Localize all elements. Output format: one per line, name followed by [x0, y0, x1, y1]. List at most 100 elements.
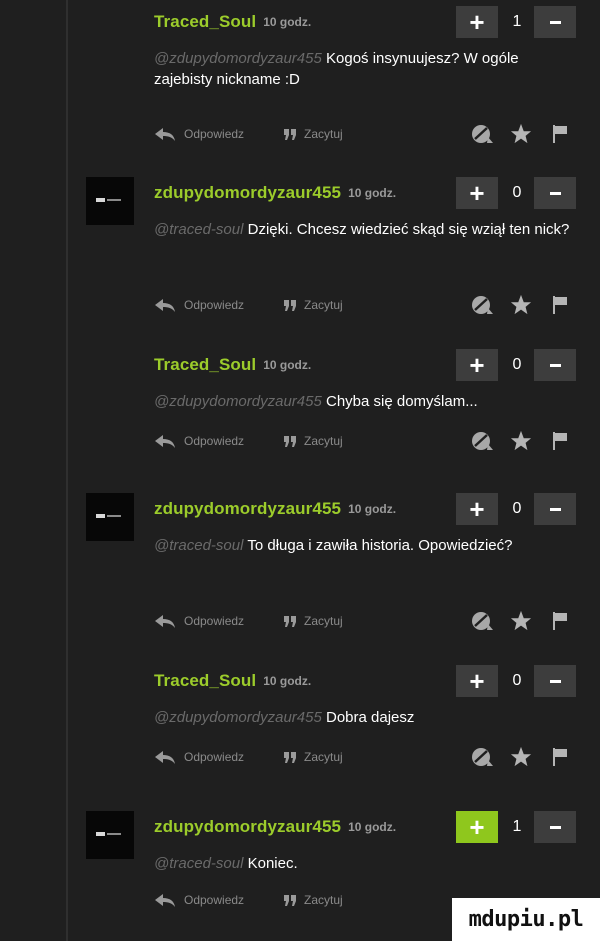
comment-body: @traced-soul Koniec. [154, 853, 574, 874]
comment-header: Traced_Soul 10 godz. [154, 6, 311, 38]
report-button[interactable] [470, 294, 494, 316]
comment: zdupydomordyzaur455 10 godz. + 0 @traced… [0, 177, 600, 327]
author-link[interactable]: Traced_Soul [154, 12, 256, 32]
quote-icon [284, 129, 296, 140]
minus-icon [549, 825, 561, 829]
vote-count: 0 [512, 184, 522, 201]
avatar[interactable] [86, 811, 134, 859]
mention-link[interactable]: @traced-soul [154, 537, 243, 554]
flag-button[interactable] [552, 746, 568, 768]
upvote-button[interactable]: + [456, 811, 498, 843]
favourite-button[interactable] [510, 430, 532, 452]
favourite-button[interactable] [510, 746, 532, 768]
minus-icon [549, 191, 561, 195]
favourite-button[interactable] [510, 123, 532, 145]
reply-label: Odpowiedz [184, 298, 245, 312]
flag-icon [553, 296, 567, 314]
minus-icon [549, 507, 561, 511]
comment-body: @zdupydomordyzaur455 Chyba się domyślam.… [154, 391, 574, 412]
mention-link[interactable]: @zdupydomordyzaur455 [154, 709, 322, 726]
author-link[interactable]: zdupydomordyzaur455 [154, 817, 341, 837]
flag-button[interactable] [552, 430, 568, 452]
author-link[interactable]: Traced_Soul [154, 355, 256, 375]
upvote-button[interactable]: + [456, 177, 498, 209]
upvote-button[interactable]: + [456, 349, 498, 381]
author-link[interactable]: Traced_Soul [154, 671, 256, 691]
favourite-button[interactable] [510, 610, 532, 632]
comment-header: zdupydomordyzaur455 10 godz. [154, 493, 396, 525]
flag-button[interactable] [552, 123, 568, 145]
reply-arrow-icon [155, 751, 175, 764]
quote-label: Zacytuj [304, 298, 343, 312]
comment-actions: Odpowiedz Zacytuj [154, 294, 574, 316]
reply-label: Odpowiedz [184, 127, 245, 141]
quote-label: Zacytuj [304, 750, 343, 764]
mention-link[interactable]: @zdupydomordyzaur455 [154, 50, 322, 67]
comment-body: @zdupydomordyzaur455 Kogoś insynuujesz? … [154, 48, 574, 90]
author-link[interactable]: zdupydomordyzaur455 [154, 499, 341, 519]
report-button[interactable] [470, 430, 494, 452]
star-icon [510, 430, 532, 451]
comment-text: Koniec. [247, 855, 298, 872]
reply-label: Odpowiedz [184, 434, 245, 448]
reply-arrow-icon [155, 615, 175, 628]
report-icon [472, 296, 493, 314]
upvote-button[interactable]: + [456, 6, 498, 38]
flag-icon [553, 432, 567, 450]
quote-button[interactable]: Zacytuj [284, 746, 343, 768]
upvote-button[interactable]: + [456, 493, 498, 525]
star-icon [510, 123, 532, 144]
quote-button[interactable]: Zacytuj [284, 889, 343, 911]
report-button[interactable] [470, 123, 494, 145]
quote-label: Zacytuj [304, 614, 343, 628]
reply-arrow-icon [155, 435, 175, 448]
quote-button[interactable]: Zacytuj [284, 294, 343, 316]
reply-label: Odpowiedz [184, 893, 245, 907]
downvote-button[interactable] [534, 349, 576, 381]
reply-arrow-icon [155, 299, 175, 312]
report-button[interactable] [470, 610, 494, 632]
star-icon [510, 610, 532, 631]
comment-header: Traced_Soul 10 godz. [154, 665, 311, 697]
comment: Traced_Soul 10 godz. + 0 @zdupydomordyza… [0, 349, 600, 459]
comment-header: zdupydomordyzaur455 10 godz. [154, 177, 396, 209]
comment-text: Dzięki. Chcesz wiedzieć skąd się wziął t… [247, 221, 570, 238]
downvote-button[interactable] [534, 493, 576, 525]
upvote-button[interactable]: + [456, 665, 498, 697]
minus-icon [549, 20, 561, 24]
reply-button[interactable]: Odpowiedz [154, 430, 244, 452]
reply-button[interactable]: Odpowiedz [154, 889, 244, 911]
report-button[interactable] [470, 746, 494, 768]
timestamp: 10 godz. [348, 186, 397, 200]
quote-button[interactable]: Zacytuj [284, 123, 343, 145]
quote-button[interactable]: Zacytuj [284, 610, 343, 632]
comment-text: Chyba się domyślam... [326, 393, 478, 410]
vote-count: 0 [512, 356, 522, 373]
comment-text: Dobra dajesz [326, 709, 415, 726]
downvote-button[interactable] [534, 665, 576, 697]
avatar[interactable] [86, 493, 134, 541]
flag-button[interactable] [552, 294, 568, 316]
reply-button[interactable]: Odpowiedz [154, 123, 244, 145]
avatar[interactable] [86, 177, 134, 225]
report-icon [472, 432, 493, 450]
comment-text: To długa i zawiła historia. Opowiedzieć? [247, 537, 513, 554]
mention-link[interactable]: @traced-soul [154, 855, 243, 872]
downvote-button[interactable] [534, 177, 576, 209]
favourite-button[interactable] [510, 294, 532, 316]
downvote-button[interactable] [534, 811, 576, 843]
star-icon [510, 294, 532, 315]
quote-button[interactable]: Zacytuj [284, 430, 343, 452]
author-link[interactable]: zdupydomordyzaur455 [154, 183, 341, 203]
mention-link[interactable]: @traced-soul [154, 221, 243, 238]
mention-link[interactable]: @zdupydomordyzaur455 [154, 393, 322, 410]
reply-button[interactable]: Odpowiedz [154, 610, 244, 632]
flag-icon [553, 612, 567, 630]
flag-button[interactable] [552, 610, 568, 632]
downvote-button[interactable] [534, 6, 576, 38]
flag-icon [553, 748, 567, 766]
reply-arrow-icon [155, 894, 175, 907]
vote-count: 0 [512, 500, 522, 517]
reply-button[interactable]: Odpowiedz [154, 294, 244, 316]
reply-button[interactable]: Odpowiedz [154, 746, 244, 768]
